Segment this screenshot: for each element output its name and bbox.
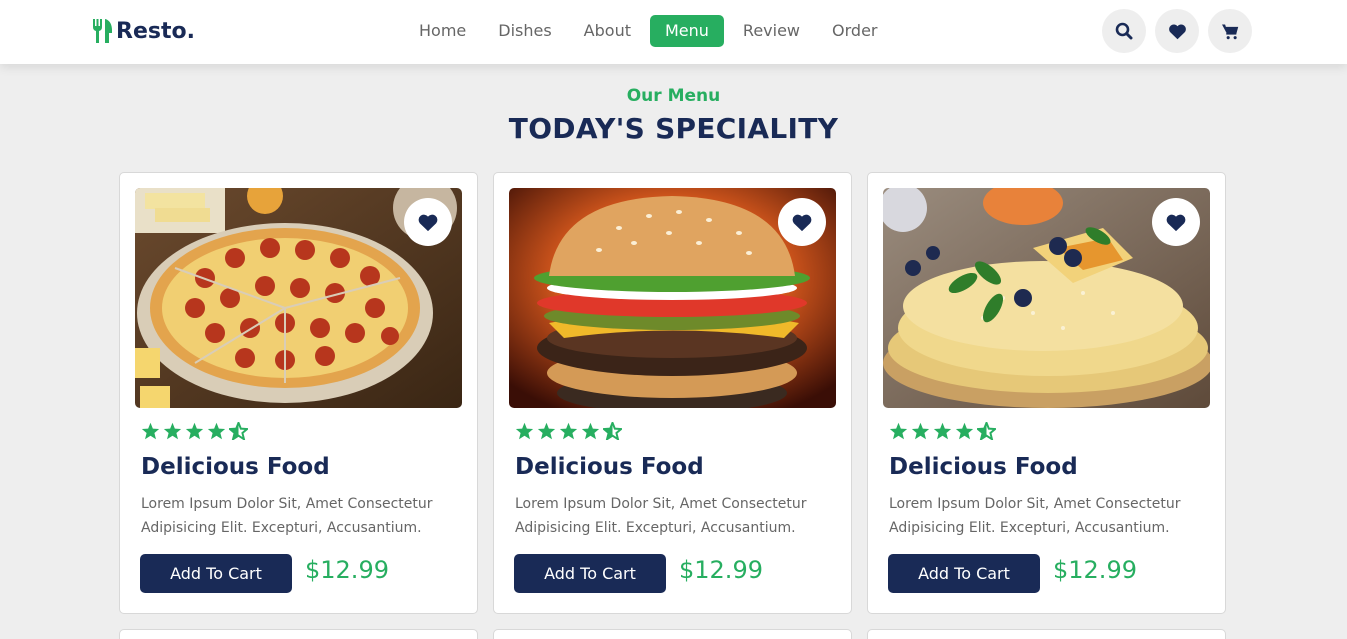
- search-button[interactable]: [1102, 9, 1146, 53]
- half-star-icon: [229, 422, 248, 440]
- section-heading: TODAY'S SPECIALITY: [508, 112, 839, 145]
- star-icon: [581, 422, 600, 440]
- star-icon: [515, 422, 534, 440]
- favorite-button[interactable]: [404, 198, 452, 246]
- food-image-crepes: [883, 188, 1210, 408]
- nav-review[interactable]: Review: [730, 15, 813, 47]
- utensils-icon: [92, 18, 114, 44]
- star-icon: [955, 422, 974, 440]
- card-description: Lorem Ipsum Dolor Sit, Amet Consectetur …: [889, 496, 1181, 536]
- star-icon: [207, 422, 226, 440]
- favorite-button[interactable]: [778, 198, 826, 246]
- favorite-button[interactable]: [1152, 198, 1200, 246]
- card-description: Lorem Ipsum Dolor Sit, Amet Consectetur …: [141, 496, 433, 536]
- heart-icon: [418, 214, 438, 231]
- price: $12.99: [1053, 556, 1137, 584]
- nav-about[interactable]: About: [571, 15, 644, 47]
- star-icon: [559, 422, 578, 440]
- food-image-pizza: [135, 188, 462, 408]
- wishlist-button[interactable]: [1155, 9, 1199, 53]
- heart-icon: [792, 214, 812, 231]
- menu-card-next-row: [867, 629, 1226, 639]
- heart-icon: [1166, 214, 1186, 231]
- star-icon: [889, 422, 908, 440]
- food-image-burger: [509, 188, 836, 408]
- heart-icon: [1168, 23, 1186, 39]
- header: Resto. Home Dishes About Menu Review Ord…: [0, 0, 1347, 64]
- menu-card-next-row: [119, 629, 478, 639]
- nav-order[interactable]: Order: [819, 15, 890, 47]
- search-icon: [1115, 22, 1133, 40]
- nav-menu[interactable]: Menu: [649, 15, 724, 47]
- star-icon: [163, 422, 182, 440]
- cart-button[interactable]: [1208, 9, 1252, 53]
- rating-stars: [141, 422, 248, 440]
- menu-card: Delicious Food Lorem Ipsum Dolor Sit, Am…: [867, 172, 1226, 614]
- half-star-icon: [977, 422, 996, 440]
- star-icon: [911, 422, 930, 440]
- cart-icon: [1221, 24, 1238, 39]
- star-icon: [933, 422, 952, 440]
- card-title: Delicious Food: [889, 454, 1078, 480]
- card-title: Delicious Food: [141, 454, 330, 480]
- rating-stars: [515, 422, 622, 440]
- star-icon: [141, 422, 160, 440]
- brand-name: Resto.: [116, 18, 195, 44]
- section-subheading: Our Menu: [626, 86, 721, 106]
- price: $12.99: [305, 556, 389, 584]
- price: $12.99: [679, 556, 763, 584]
- card-title: Delicious Food: [515, 454, 704, 480]
- card-description: Lorem Ipsum Dolor Sit, Amet Consectetur …: [515, 496, 807, 536]
- star-icon: [185, 422, 204, 440]
- half-star-icon: [603, 422, 622, 440]
- menu-card: Delicious Food Lorem Ipsum Dolor Sit, Am…: [493, 172, 852, 614]
- menu-card: Delicious Food Lorem Ipsum Dolor Sit, Am…: [119, 172, 478, 614]
- rating-stars: [889, 422, 996, 440]
- star-icon: [537, 422, 556, 440]
- add-to-cart-button[interactable]: Add To Cart: [888, 554, 1040, 593]
- main-nav: Home Dishes About Menu Review Order: [403, 15, 893, 47]
- header-icons: [1102, 9, 1252, 53]
- nav-home[interactable]: Home: [406, 15, 479, 47]
- add-to-cart-button[interactable]: Add To Cart: [514, 554, 666, 593]
- logo[interactable]: Resto.: [92, 15, 195, 47]
- nav-dishes[interactable]: Dishes: [485, 15, 564, 47]
- add-to-cart-button[interactable]: Add To Cart: [140, 554, 292, 593]
- menu-card-next-row: [493, 629, 852, 639]
